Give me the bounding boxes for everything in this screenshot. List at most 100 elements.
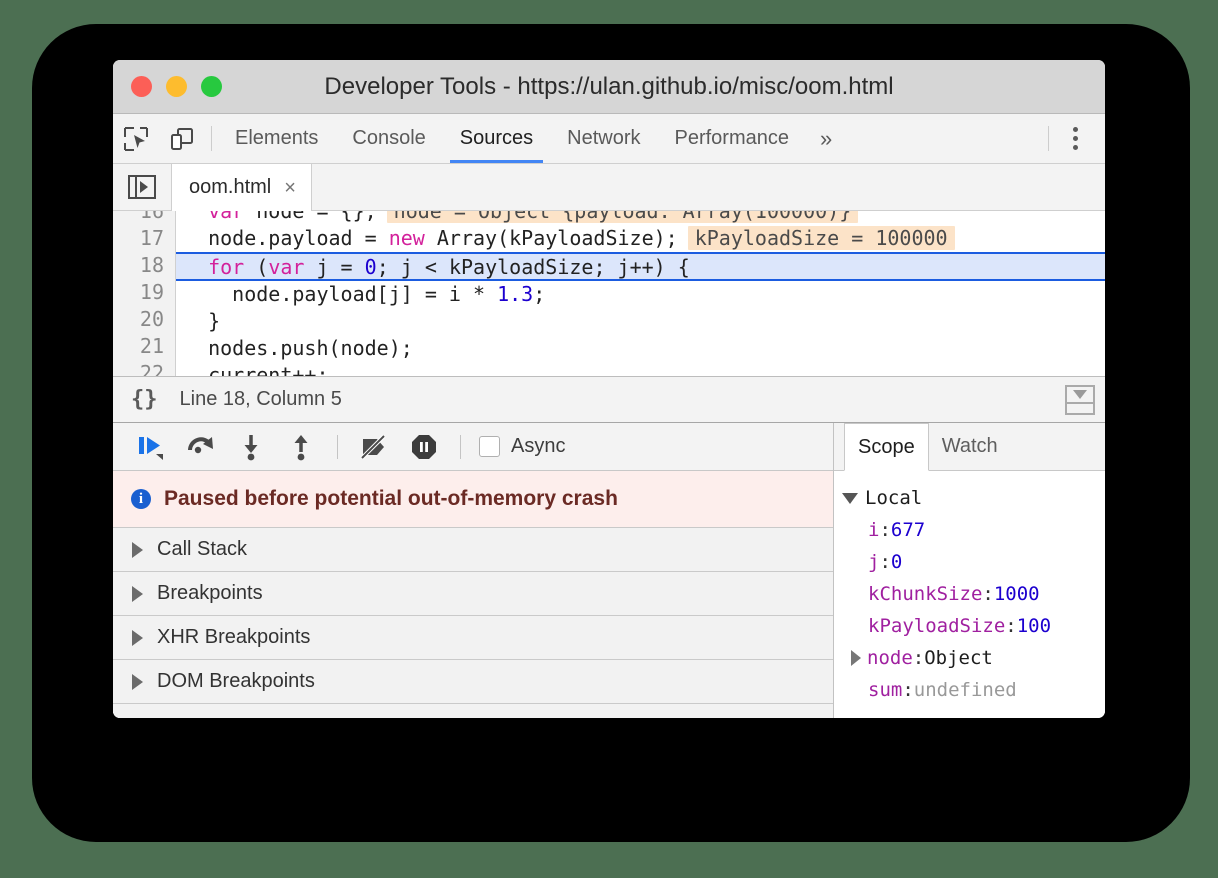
chevron-right-icon[interactable] [132,674,143,690]
devtools-window: Developer Tools - https://ulan.github.io… [113,60,1105,718]
scope-tree[interactable]: Local i: 677j: 0kChunkSize: 1000kPayload… [834,471,1105,718]
tab-elements[interactable]: Elements [218,114,335,163]
file-tab-oom-html[interactable]: oom.html × [171,164,312,211]
chevron-right-icon[interactable] [132,630,143,646]
sidebar-tabbar: Scope Watch [834,423,1105,471]
scope-entry-separator: : [902,674,913,706]
code-line[interactable]: node.payload[j] = i * 1.3; [176,281,1105,308]
scope-entry-value: 677 [891,514,925,546]
close-icon[interactable]: × [284,178,296,198]
line-number[interactable]: 18 [113,252,175,279]
code-line[interactable]: current++; [176,362,1105,376]
more-tabs-icon[interactable]: » [806,114,846,163]
tab-sources[interactable]: Sources [443,114,550,163]
chevron-down-icon[interactable] [842,493,858,504]
scope-entry[interactable]: i: 677 [842,514,1105,546]
section-breakpoints[interactable]: Breakpoints [113,572,833,616]
scope-root-row[interactable]: Local [842,482,1105,514]
code-token: 1.3 [497,282,533,306]
code-line[interactable]: node.payload = new Array(kPayloadSize);k… [176,225,1105,252]
inspect-element-icon[interactable] [113,114,159,163]
scope-entry[interactable]: j: 0 [842,546,1105,578]
line-number[interactable]: 20 [113,306,175,333]
line-number[interactable]: 17 [113,225,175,252]
chevron-right-icon[interactable] [132,586,143,602]
scope-entry-name: kChunkSize [868,578,982,610]
code-line[interactable]: nodes.push(node); [176,335,1105,362]
chevron-right-icon[interactable] [851,650,861,666]
deactivate-breakpoints-icon[interactable] [352,427,396,467]
line-number[interactable]: 21 [113,333,175,360]
code-token: var [208,211,244,223]
tab-label: Sources [460,127,533,150]
step-into-icon[interactable] [229,427,273,467]
debugger-sections: Call Stack Breakpoints XHR BreakpointsDOM … [113,528,833,704]
code-editor[interactable]: 16 17 18 19 20 21 22 var node = {};node … [113,211,1105,376]
scope-entry-value: 0 [891,546,902,578]
scope-entry[interactable]: sum: undefined [842,674,1105,706]
close-button[interactable] [131,76,152,97]
toolbar-divider-2 [460,435,461,459]
code-line[interactable]: } [176,308,1105,335]
paused-banner: i Paused before potential out-of-memory … [113,471,833,528]
tab-network[interactable]: Network [550,114,657,163]
line-number[interactable]: 16 [113,211,175,225]
dock-to-bottom-icon[interactable] [1065,385,1095,415]
scope-entry-name: kPayloadSize [868,610,1005,642]
section-label: Breakpoints [157,582,263,605]
scope-entry-list: i: 677j: 0kChunkSize: 1000kPayloadSize: … [842,514,1105,706]
inline-value-hint: kPayloadSize = 100000 [688,226,955,250]
code-token [184,255,208,279]
async-checkbox[interactable]: Async [479,435,565,458]
tab-watch[interactable]: Watch [929,423,1011,470]
tab-performance[interactable]: Performance [658,114,807,163]
scope-entry-value: Object [924,642,993,674]
section-call-stack[interactable]: Call Stack [113,528,833,572]
toolbar-divider [337,435,338,459]
pretty-print-icon[interactable]: {} [131,387,158,412]
device-toolbar-icon[interactable] [159,114,205,163]
scope-entry[interactable]: kPayloadSize: 100 [842,610,1105,642]
chevron-right-icon[interactable] [132,542,143,558]
pause-on-exceptions-icon[interactable] [402,427,446,467]
step-over-icon[interactable] [179,427,223,467]
code-line[interactable]: var node = {};node = Object {payload: Ar… [176,211,1105,225]
step-out-icon[interactable] [279,427,323,467]
zoom-button[interactable] [201,76,222,97]
show-navigator-icon[interactable] [113,164,171,210]
sidebar-tab-label: Watch [942,435,998,458]
minimize-button[interactable] [166,76,187,97]
debugger-area: Async i Paused before potential out-of-m… [113,423,1105,718]
code-token: Array(kPayloadSize); [425,226,678,250]
code-token: ; j < kPayloadSize; j++) { [377,255,690,279]
devtools-tabbar: Elements Console Sources Network Perform… [113,114,1105,164]
section-xhr-breakpoints[interactable]: XHR Breakpoints [113,616,833,660]
paused-message: Paused before potential out-of-memory cr… [164,487,618,511]
tab-label: Elements [235,127,318,150]
tab-scope[interactable]: Scope [844,423,929,471]
checkbox-box[interactable] [479,436,500,457]
section-dom-breakpoints[interactable]: DOM Breakpoints [113,660,833,704]
file-tab-label: oom.html [189,176,271,199]
toolbar-divider [211,126,212,151]
resume-icon[interactable] [129,427,173,467]
scope-entry[interactable]: kChunkSize: 1000 [842,578,1105,610]
debugger-filler [113,704,833,718]
scope-entry-name: j [868,546,879,578]
code-token: for [208,255,244,279]
code-token: node = {}; [244,211,376,223]
line-number[interactable]: 22 [113,360,175,376]
tab-label: Console [352,127,425,150]
window-titlebar: Developer Tools - https://ulan.github.io… [113,60,1105,114]
scope-entry-separator: : [879,514,890,546]
code-content[interactable]: var node = {};node = Object {payload: Ar… [176,211,1105,376]
scope-entry-value: 100 [1017,610,1051,642]
toolbar-divider-right [1048,126,1049,151]
code-line[interactable]: for (var j = 0; j < kPayloadSize; j++) { [176,252,1105,281]
code-token: ( [244,255,268,279]
line-number[interactable]: 19 [113,279,175,306]
code-token: 0 [365,255,377,279]
scope-entry[interactable]: node: Object [842,642,1105,674]
tab-console[interactable]: Console [335,114,442,163]
kebab-menu-icon[interactable] [1055,114,1095,163]
